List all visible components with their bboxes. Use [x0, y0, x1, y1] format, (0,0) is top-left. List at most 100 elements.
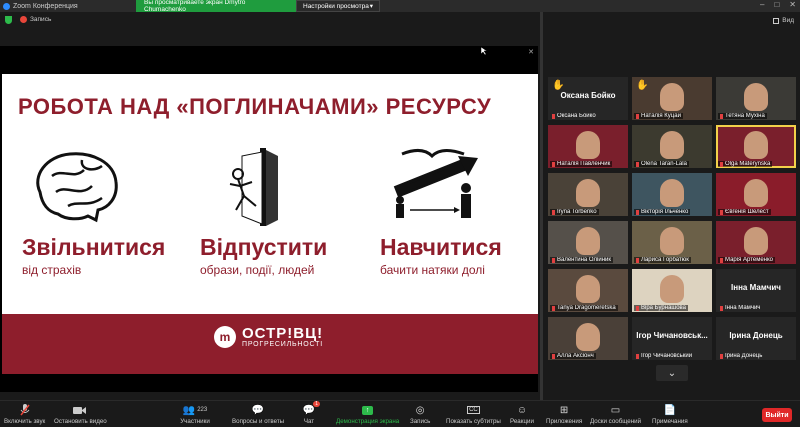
participant-name: Наталія Куцай [634, 113, 683, 119]
view-label: Вид [782, 17, 794, 24]
gallery-next-page-button[interactable]: ⌄ [656, 365, 688, 381]
participant-name: Iryna Torbenko [550, 209, 599, 215]
column-sub: від страхів [22, 263, 82, 277]
column-sub: образи, події, людей [200, 263, 315, 277]
logo-mark-icon: m [214, 326, 236, 348]
participant-video [572, 127, 604, 159]
subtitles-label: Показать субтитры [446, 418, 501, 425]
participants-button[interactable]: 👥 223 Участники [180, 404, 210, 426]
participant-video [656, 223, 688, 255]
chat-button[interactable]: 💬 1 Чат [302, 401, 320, 425]
apps-icon: ⊞ [559, 404, 569, 416]
pane-divider[interactable] [540, 12, 543, 400]
participant-tile[interactable]: Ірина Донець Ірина Донець [716, 317, 796, 360]
qa-button[interactable]: 💬 Вопросы и ответы [232, 404, 284, 426]
participant-tile[interactable]: Ігор Чичановськ... Ігор Чичановський [632, 317, 712, 360]
qa-icon: 💬 [251, 404, 265, 416]
notes-icon: 📄 [663, 404, 677, 416]
participant-tile[interactable]: Olga Materynska [716, 125, 796, 168]
participant-tile[interactable]: Віра Бурнашова [632, 269, 712, 312]
view-options-dropdown[interactable]: Настройки просмотра ▾ [296, 0, 380, 12]
participant-video [572, 175, 604, 207]
growth-arrow-icon [380, 146, 538, 228]
participant-name: Olena Taran-Lala [634, 161, 689, 167]
footer-tagline: ПРОГРЕСИЛЬНОСТІ [242, 341, 323, 348]
column-word: Звільнитися [22, 234, 166, 260]
unmute-button[interactable]: Включить звук [4, 404, 45, 425]
participant-tile[interactable]: Тетяна Мухіна [716, 77, 796, 120]
share-info: Вы просматриваете экран Dmytro Chumachen… [136, 0, 296, 13]
participant-tile[interactable]: Tanya Dragomeretska [548, 269, 628, 312]
participants-gallery: Оксана Бойко ✋ Оксана Бойко ✋ Наталія Куцай Т… [546, 77, 800, 397]
participant-name: Марія Артеменко [718, 257, 776, 263]
shield-icon[interactable] [5, 16, 12, 24]
participant-name: Валентина Олійник [550, 257, 613, 263]
participant-tile[interactable]: Євгенія Шелест [716, 173, 796, 216]
participant-tile[interactable]: Оксана Бойко ✋ Оксана Бойко [548, 77, 628, 120]
camera-icon [73, 404, 87, 416]
participant-video [656, 127, 688, 159]
participant-name: Інна Мамчич [718, 305, 762, 311]
notes-label: Примечания [652, 418, 688, 425]
participant-tile[interactable]: Алла Аксіонч [548, 317, 628, 360]
whiteboard-icon: ▭ [610, 404, 621, 416]
unmute-label: Включить звук [4, 418, 46, 425]
minimize-icon[interactable]: – [760, 0, 764, 9]
view-button[interactable]: Вид [773, 17, 794, 24]
brain-icon [22, 146, 192, 228]
participant-tile[interactable]: Інна Мамчич Інна Мамчич [716, 269, 796, 312]
boards-label: Доски сообщений [590, 418, 642, 425]
subtitles-button[interactable]: CC Показать субтитры [446, 404, 501, 425]
chevron-down-icon: ▾ [369, 3, 373, 10]
participant-tile[interactable]: Наталія Павленчик [548, 125, 628, 168]
slide-column-release: Звільнитися від страхів [22, 146, 192, 277]
recording-indicator[interactable]: Запись [20, 16, 51, 23]
presentation-slide: РОБОТА НАД «ПОГЛИНАЧАМИ» РЕСУРСУ Звільни… [2, 74, 538, 374]
participant-big-name: Оксана Бойко [560, 91, 616, 100]
share-screen-label: Демонстрация экрана [336, 418, 400, 425]
participant-tile[interactable]: Вікторія Ільченко [632, 173, 712, 216]
participant-video [572, 271, 604, 303]
apps-button[interactable]: ⊞ Приложения [546, 404, 583, 426]
footer-brand: ОСТР!ВЦ! [242, 325, 324, 342]
maximize-icon[interactable]: □ [774, 0, 779, 9]
participant-name: Olga Materynska [718, 161, 773, 167]
participant-video [740, 127, 772, 159]
participant-tile[interactable]: Olena Taran-Lala [632, 125, 712, 168]
share-screen-icon: ↑ [361, 404, 375, 416]
open-door-icon [200, 146, 370, 228]
apps-label: Приложения [546, 418, 583, 425]
boards-button[interactable]: ▭ Доски сообщений [590, 404, 642, 426]
leave-button[interactable]: Выйти [762, 408, 792, 422]
participant-video [656, 79, 688, 111]
grid-view-icon [773, 17, 780, 24]
shared-screen[interactable]: ✕ РОБОТА НАД «ПОГЛИНАЧАМИ» РЕСУРСУ Звіль… [0, 46, 538, 392]
participant-tile[interactable]: ✋ Наталія Куцай [632, 77, 712, 120]
participant-tile[interactable]: Валентина Олійник [548, 221, 628, 264]
notes-button[interactable]: 📄 Примечания [652, 404, 688, 426]
participant-name: Алла Аксіонч [550, 353, 596, 359]
record-button[interactable]: ◎ Запись [410, 404, 430, 426]
participant-video [572, 223, 604, 255]
close-icon[interactable]: ✕ [789, 0, 796, 9]
share-screen-button[interactable]: ↑ Демонстрация экрана [336, 404, 399, 425]
ostrivtsi-logo: m ОСТР!ВЦ! ПРОГРЕСИЛЬНОСТІ [214, 326, 323, 348]
participant-tile[interactable]: Марія Артеменко [716, 221, 796, 264]
meeting-toolbar: Включить звук Остановить видео 👥 223 Учас… [0, 400, 800, 427]
participant-video [656, 271, 688, 303]
raised-hand-icon: ✋ [552, 80, 565, 91]
slide-column-let-go: Відпустити образи, події, людей [200, 146, 370, 277]
participant-tile[interactable]: Iryna Torbenko [548, 173, 628, 216]
chat-icon: 💬 1 [302, 401, 320, 416]
column-word: Відпустити [200, 234, 328, 260]
participant-tile[interactable]: Лариса Горбатюк [632, 221, 712, 264]
participant-big-name: Ірина Донець [729, 331, 783, 340]
reactions-button[interactable]: ☺ Реакции [510, 404, 534, 426]
slide-title: РОБОТА НАД «ПОГЛИНАЧАМИ» РЕСУРСУ [18, 94, 492, 119]
participant-video [572, 319, 604, 351]
stop-video-button[interactable]: Остановить видео [54, 404, 107, 425]
record-dot-icon [20, 16, 27, 23]
close-share-icon[interactable]: ✕ [528, 48, 534, 56]
participant-video [740, 223, 772, 255]
stop-video-label: Остановить видео [54, 418, 107, 425]
